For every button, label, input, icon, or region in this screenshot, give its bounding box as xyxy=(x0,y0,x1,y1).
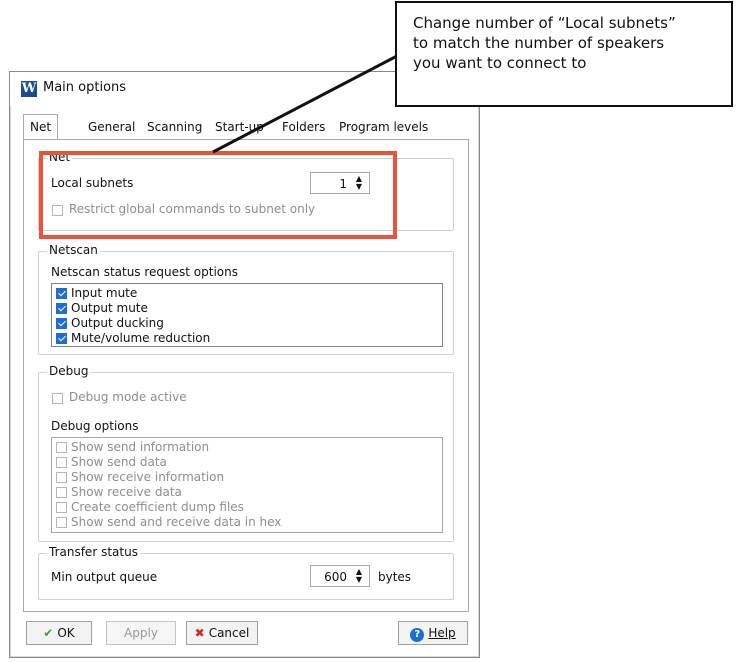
main-options-dialog: W Main options Net General Scanning Star… xyxy=(9,71,480,658)
output-mute-label: Output mute xyxy=(71,301,148,315)
debug-options-list[interactable]: Show send information Show send data Sho… xyxy=(51,437,443,533)
mute-volume-reduction-checkbox[interactable] xyxy=(56,333,67,344)
callout-line-2: to match the number of speakers xyxy=(413,34,665,52)
spin-arrows-icon[interactable]: ▲ ▼ xyxy=(352,175,366,191)
cancel-label: Cancel xyxy=(208,626,250,640)
debug-group-legend: Debug xyxy=(47,364,91,378)
local-subnets-label: Local subnets xyxy=(51,176,134,190)
netscan-options-label: Netscan status request options xyxy=(51,265,239,279)
debug-group: Debug Debug mode active Debug options Sh… xyxy=(38,364,454,542)
netscan-group-legend: Netscan xyxy=(47,243,100,257)
netscan-group: Netscan Netscan status request options I… xyxy=(38,243,454,355)
ok-button[interactable]: ✔ OK xyxy=(26,621,92,645)
debug-mode-label: Debug mode active xyxy=(69,390,187,404)
restrict-subnet-checkbox[interactable] xyxy=(52,205,63,216)
netscan-options-list[interactable]: Input mute Output mute Output ducking Mu… xyxy=(51,283,443,347)
show-send-information-checkbox[interactable] xyxy=(56,442,67,453)
min-output-queue-label: Min output queue xyxy=(51,570,158,584)
ok-label: OK xyxy=(57,626,75,640)
tab-net[interactable]: Net xyxy=(23,114,59,141)
net-group: Net Local subnets 1 ▲ ▼ Restrict global c… xyxy=(38,150,454,231)
show-receive-information-label: Show receive information xyxy=(71,470,225,484)
app-w-icon: W xyxy=(21,81,37,97)
tab-start-up[interactable]: Start-up xyxy=(211,116,268,138)
local-subnets-spinner[interactable]: 1 ▲ ▼ xyxy=(310,172,370,194)
callout-line-1: Change number of “Local subnets” xyxy=(413,14,676,32)
tab-scanning[interactable]: Scanning xyxy=(143,116,206,138)
create-coefficient-dump-label: Create coefficient dump files xyxy=(71,500,244,514)
input-mute-checkbox[interactable] xyxy=(56,288,67,299)
bytes-unit-label: bytes xyxy=(378,570,412,584)
output-mute-checkbox[interactable] xyxy=(56,303,67,314)
cancel-button[interactable]: ✖ Cancel xyxy=(186,621,258,645)
transfer-status-group: Transfer status Min output queue 600 ▲ ▼ … xyxy=(38,545,454,600)
min-output-queue-value: 600 xyxy=(324,570,347,584)
help-button[interactable]: ? Help xyxy=(398,621,468,645)
tab-general[interactable]: General xyxy=(84,116,139,138)
output-ducking-checkbox[interactable] xyxy=(56,318,67,329)
annotation-callout: Change number of “Local subnets” to matc… xyxy=(395,1,733,107)
apply-button[interactable]: Apply xyxy=(106,621,176,645)
show-send-data-checkbox[interactable] xyxy=(56,457,67,468)
help-question-icon: ? xyxy=(410,628,425,642)
output-ducking-label: Output ducking xyxy=(71,316,164,330)
show-receive-data-checkbox[interactable] xyxy=(56,487,67,498)
cancel-x-icon: ✖ xyxy=(194,626,205,640)
apply-label: Apply xyxy=(124,626,158,640)
show-hex-checkbox[interactable] xyxy=(56,517,67,528)
show-send-data-label: Show send data xyxy=(71,455,167,469)
show-hex-label: Show send and receive data in hex xyxy=(71,515,282,529)
debug-mode-checkbox[interactable] xyxy=(52,393,63,404)
spin-arrows-icon[interactable]: ▲ ▼ xyxy=(352,568,366,584)
min-output-queue-spinner[interactable]: 600 ▲ ▼ xyxy=(310,565,370,587)
local-subnets-value: 1 xyxy=(339,177,347,191)
show-send-information-label: Show send information xyxy=(71,440,210,454)
debug-options-label: Debug options xyxy=(51,419,139,433)
window-title: Main options xyxy=(43,80,127,95)
input-mute-label: Input mute xyxy=(71,286,138,300)
help-label: Help xyxy=(428,626,456,640)
net-group-legend: Net xyxy=(47,150,73,164)
restrict-subnet-label: Restrict global commands to subnet only xyxy=(69,202,316,216)
mute-volume-reduction-label: Mute/volume reduction xyxy=(71,331,211,345)
tab-folders[interactable]: Folders xyxy=(278,116,329,138)
create-coefficient-dump-checkbox[interactable] xyxy=(56,502,67,513)
transfer-status-legend: Transfer status xyxy=(47,545,140,559)
checkmark-icon: ✔ xyxy=(43,626,54,640)
tab-program-levels[interactable]: Program levels xyxy=(335,116,432,138)
show-receive-data-label: Show receive data xyxy=(71,485,182,499)
callout-line-3: you want to connect to xyxy=(413,54,587,72)
net-tab-pane: Net Local subnets 1 ▲ ▼ Restrict global c… xyxy=(23,139,469,612)
show-receive-information-checkbox[interactable] xyxy=(56,472,67,483)
